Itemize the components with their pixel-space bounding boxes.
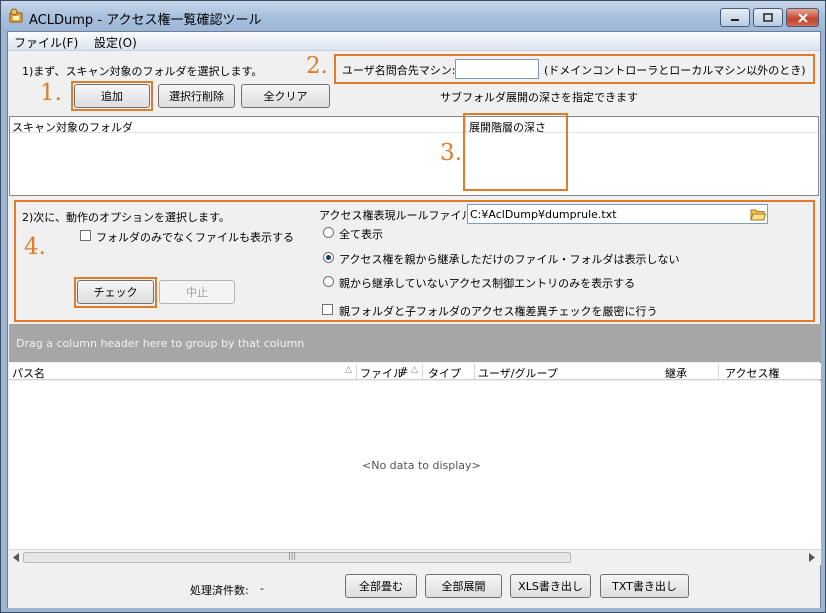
results-grid-body[interactable]: <No data to display> xyxy=(9,381,821,549)
subfolder-depth-note: サブフォルダ展開の深さを指定できます xyxy=(440,91,638,104)
clear-all-button[interactable]: 全クリア xyxy=(241,84,330,108)
expand-all-button[interactable]: 全部展開 xyxy=(425,574,502,598)
column-separator xyxy=(356,364,357,379)
group-by-hint: Drag a column header here to group by th… xyxy=(16,337,305,350)
footer-bar: 処理済件数: - 全部畳む 全部展開 XLS書き出し TXT書き出し xyxy=(8,565,820,608)
rule-file-value: C:¥AclDump¥dumprule.txt xyxy=(470,208,617,221)
sort-ascending-icon: △ xyxy=(345,365,352,375)
collapse-all-button[interactable]: 全部畳む xyxy=(345,574,417,598)
column-header-user-group[interactable]: ユーザ/グループ xyxy=(478,365,558,381)
show-files-label: フォルダのみでなくファイルも表示する xyxy=(96,231,294,244)
folder-open-icon[interactable] xyxy=(750,208,766,221)
title-bar[interactable]: ACLDump - アクセス権一覧確認ツール xyxy=(1,1,825,31)
strict-check-label: 親フォルダと子フォルダのアクセス権差異チェックを厳密に行う xyxy=(339,305,658,318)
show-files-checkbox[interactable] xyxy=(80,230,91,241)
user-query-machine-input[interactable] xyxy=(455,59,539,79)
radio-non-inherited-only[interactable] xyxy=(323,276,334,287)
menu-settings[interactable]: 設定(O) xyxy=(94,34,137,51)
highlight-box-3 xyxy=(463,113,568,191)
folder-table-header: スキャン対象のフォルダ 展開階層の深さ xyxy=(10,117,818,135)
empty-grid-message: <No data to display> xyxy=(362,459,481,472)
radio-show-all-label: 全て表示 xyxy=(339,228,383,241)
sort-ascending-icon: △ xyxy=(411,365,418,375)
annotation-3: 3. xyxy=(440,140,462,166)
column-separator xyxy=(422,364,423,379)
annotation-4: 4. xyxy=(24,234,46,260)
radio-show-all[interactable] xyxy=(323,227,334,238)
results-grid-header: パス名 △ ファイル # △ タイプ ユーザ/グループ 継承 アクセス権 xyxy=(9,363,821,380)
export-txt-button[interactable]: TXT書き出し xyxy=(600,574,689,598)
column-separator xyxy=(474,364,475,379)
user-query-note: (ドメインコントローラとローカルマシン以外のとき) xyxy=(544,64,806,77)
annotation-2: 2. xyxy=(306,53,328,79)
processed-count-label: 処理済件数: xyxy=(190,584,249,597)
delete-selected-row-button[interactable]: 選択行削除 xyxy=(158,84,235,108)
client-area: ファイル(F) 設定(O) 1)まず、スキャン対象のフォルダを選択します。 1.… xyxy=(7,31,821,608)
radio-hide-inherited[interactable] xyxy=(323,252,334,263)
maximize-button[interactable] xyxy=(753,8,783,27)
maximize-icon xyxy=(763,13,773,22)
processed-count-value: - xyxy=(260,582,264,595)
group-by-panel[interactable]: Drag a column header here to group by th… xyxy=(9,324,821,362)
column-header-inherit[interactable]: 継承 xyxy=(665,365,687,381)
stop-button[interactable]: 中止 xyxy=(159,280,235,304)
close-icon xyxy=(797,12,808,23)
scrollbar-thumb[interactable]: ||| xyxy=(23,551,571,563)
menu-bar: ファイル(F) 設定(O) xyxy=(8,32,820,51)
rule-file-label: アクセス権表現ルールファイル: xyxy=(319,209,477,222)
user-query-label: ユーザ名問合先マシン: xyxy=(342,64,456,77)
radio-hide-inherited-label: アクセス権を親から継承しただけのファイル・フォルダは表示しない xyxy=(339,253,680,266)
column-header-access[interactable]: アクセス権 xyxy=(725,365,779,381)
highlight-box-1 xyxy=(71,81,153,111)
scroll-left-icon[interactable] xyxy=(12,553,20,562)
column-header-number[interactable]: # xyxy=(399,365,408,378)
column-header-path[interactable]: パス名 xyxy=(12,365,45,381)
app-icon xyxy=(9,8,23,23)
close-button[interactable] xyxy=(786,8,819,27)
column-header-file[interactable]: ファイル xyxy=(360,365,404,381)
column-separator xyxy=(718,364,719,379)
step1-instruction: 1)まず、スキャン対象のフォルダを選択します。 xyxy=(22,65,263,78)
radio-non-inherited-only-label: 親から継承していないアクセス制御エントリのみを表示する xyxy=(339,277,636,290)
column-header-type[interactable]: タイプ xyxy=(428,365,461,381)
folder-table[interactable]: スキャン対象のフォルダ 展開階層の深さ xyxy=(9,116,819,196)
column-header-scan-folder[interactable]: スキャン対象のフォルダ xyxy=(12,119,133,135)
scrollbar-grip-icon: ||| xyxy=(288,551,297,560)
export-xls-button[interactable]: XLS書き出し xyxy=(510,574,591,598)
scroll-right-icon[interactable] xyxy=(808,553,816,562)
minimize-button[interactable] xyxy=(720,8,750,27)
strict-check-checkbox[interactable] xyxy=(322,304,333,315)
menu-file[interactable]: ファイル(F) xyxy=(14,34,78,51)
horizontal-scrollbar[interactable]: ||| xyxy=(9,549,821,565)
rule-file-input[interactable]: C:¥AclDump¥dumprule.txt xyxy=(467,204,768,224)
minimize-icon xyxy=(731,18,739,21)
annotation-1: 1. xyxy=(40,80,62,106)
highlight-box-check xyxy=(74,277,157,308)
app-window: ACLDump - アクセス権一覧確認ツール ファイル(F) 設定(O) 1)ま… xyxy=(0,0,826,613)
step2-instruction: 2)次に、動作のオプションを選択します。 xyxy=(22,211,230,224)
window-title: ACLDump - アクセス権一覧確認ツール xyxy=(29,13,262,28)
